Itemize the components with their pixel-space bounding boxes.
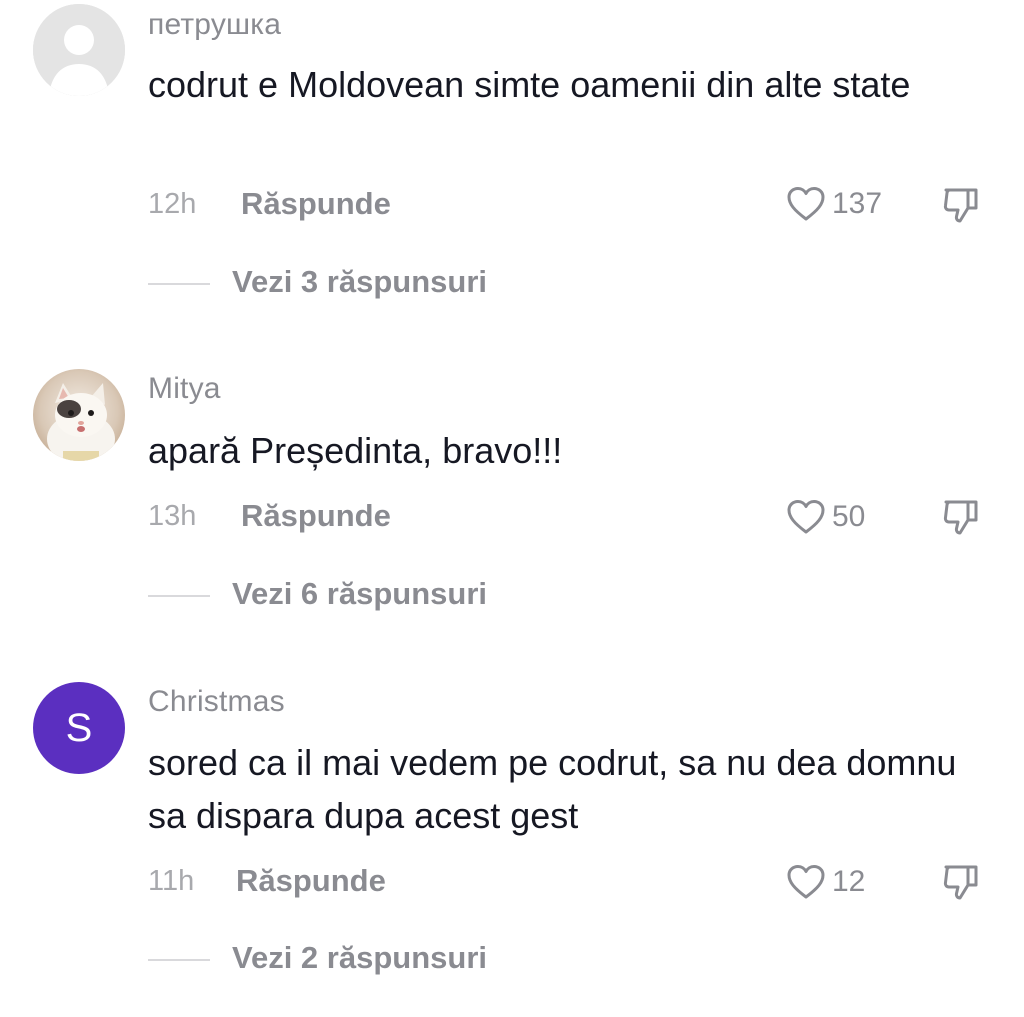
comment-item: S Christmas sored ca il mai vedem pe cod… [0,0,1024,975]
dislike-button[interactable] [940,861,982,903]
replies-divider [148,595,210,597]
heart-outline-icon [786,864,826,900]
thumbs-down-outline-icon [940,496,982,538]
comment-username[interactable]: Mitya [148,372,221,406]
cat-photo-avatar-icon [33,369,125,461]
reply-button[interactable]: Răspunde [241,498,391,534]
comment-text: apară Președinta, bravo!!! [148,430,563,471]
like-button[interactable]: 12 [786,862,865,902]
comment-text: sored ca il mai vedem pe codrut, sa nu d… [148,742,957,836]
like-count: 12 [832,865,866,898]
comment-username[interactable]: Christmas [148,685,285,719]
user-avatar[interactable]: S [33,682,125,774]
comment-time: 13h [148,500,197,532]
avatar-letter: S [65,705,93,750]
like-count: 50 [832,500,866,533]
dislike-button[interactable] [940,496,982,538]
comment-time: 11h [148,865,195,897]
heart-outline-icon [786,499,826,535]
view-replies-button[interactable]: Vezi 6 răspunsuri [232,576,487,612]
like-button[interactable]: 50 [786,497,865,537]
replies-divider [148,959,210,961]
thumbs-down-outline-icon [940,861,982,903]
user-avatar[interactable] [33,369,125,461]
view-replies-button[interactable]: Vezi 2 răspunsuri [232,940,487,976]
reply-button[interactable]: Răspunde [236,863,386,899]
